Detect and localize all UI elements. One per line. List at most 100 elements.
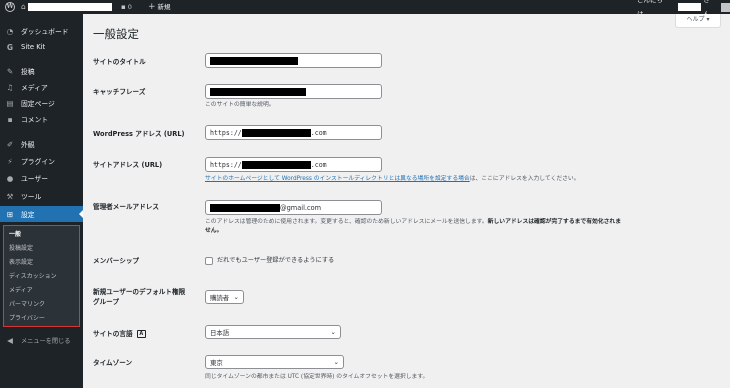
submenu-item-writing[interactable]: 投稿設定 [9,243,33,252]
translation-icon: A [136,330,146,338]
comments-menu[interactable]: ▪ 0 [121,0,132,14]
sidebar-item-posts[interactable]: ✎ 投稿 [0,63,83,79]
membership-label: メンバーシップ [93,257,140,265]
collapse-menu-label: メニューを閉じる [21,337,71,345]
submenu-item-permalinks[interactable]: パーマリンク [9,299,45,308]
sidebar-item-dashboard[interactable]: ◔ ダッシュボード [0,23,83,39]
tagline-redacted [210,87,306,96]
admin-email-suffix: @gmail.com [280,203,322,212]
sidebar-item-label: ダッシュボード [21,28,69,36]
new-content-menu[interactable]: + 新規 [148,0,171,14]
site-address-suffix: .com [310,160,327,169]
site-language-label-text: サイトの言語 [93,330,133,338]
sidebar-item-settings[interactable]: ⊞ 設定 [0,206,83,222]
wordpress-address-input[interactable]: https:// .com [205,125,382,140]
submenu-item-reading[interactable]: 表示設定 [9,257,33,266]
sidebar-item-comments[interactable]: ▪ コメント [0,111,83,127]
sidebar-item-label: 固定ページ [21,100,55,108]
wordpress-address-suffix: .com [310,128,327,137]
wordpress-logo-icon[interactable]: W [5,2,15,12]
sidebar-item-label: メディア [21,84,48,92]
sidebar-item-label: 投稿 [21,68,35,76]
sidebar-item-label: ユーザー [21,175,49,183]
sidebar-item-label: ツール [21,193,42,201]
home-icon: ⌂ [21,2,26,11]
site-name-redacted[interactable] [27,3,112,11]
wordpress-address-prefix: https:// [210,128,242,137]
settings-submenu: 一般 投稿設定 表示設定 ディスカッション メディア パーマリンク プライバシー [3,225,80,327]
sidebar-item-label: 外観 [21,141,35,149]
avatar[interactable] [721,2,730,12]
page-icon: ▤ [6,98,14,108]
admin-bar: W ⌂ ▪ 0 + 新規 こんにちは、 さん [0,0,730,18]
site-address-label: サイトアドレス (URL) [93,161,163,169]
submenu-item-media[interactable]: メディア [9,285,33,294]
admin-email-redacted [210,203,280,212]
sidebar-item-tools[interactable]: ⚒ ツール [0,188,83,204]
admin-email-label: 管理者メールアドレス [93,203,159,211]
site-title-label: サイトのタイトル [93,58,146,66]
media-icon: ♫ [6,82,14,92]
admin-email-description-bold: 新しいアドレスは確認が完了するまで有効化されま [487,219,622,225]
default-role-label-line2: グループ [93,298,119,306]
chevron-down-icon: ⌄ [233,293,239,301]
default-role-value: 購読者 [210,293,230,302]
admin-email-description: このアドレスは管理のために使用されます。変更すると、確認のため新しいアドレスにメ… [205,218,725,236]
site-title-input[interactable] [205,53,382,68]
plugin-icon: ⚡ [7,156,13,166]
wordpress-address-redacted [241,128,311,137]
site-address-help-link[interactable]: サイトのホームページとして WordPress のインストールディレクトリとは異… [205,176,470,182]
username-redacted [677,3,702,11]
sidebar-item-label: コメント [21,116,49,124]
tagline-description: このサイトの簡単な説明。 [205,102,275,108]
sidebar-item-label: プラグイン [21,158,55,166]
main-content: ヘルプ ▾ 一般設定 サイトのタイトル キャッチフレーズ このサイトの簡単な説明… [83,14,730,388]
tagline-label: キャッチフレーズ [93,88,146,96]
default-role-label-line1: 新規ユーザーのデフォルト権限 [93,288,186,296]
wrench-icon: ⚒ [6,191,14,201]
timezone-value: 東京 [210,358,223,367]
membership-checkbox[interactable] [205,257,213,265]
submenu-item-discussion[interactable]: ディスカッション [9,271,57,280]
site-address-redacted [241,160,311,169]
site-address-description-text: は、ここにアドレスを入力してください。 [469,176,580,182]
sidebar-item-users[interactable]: ● ユーザー [0,170,83,186]
collapse-menu-button[interactable]: ◀ メニューを閉じる [0,332,83,348]
site-address-input[interactable]: https:// .com [205,157,382,172]
timezone-select[interactable]: 東京 ⌄ [205,355,344,369]
site-title-redacted [210,56,298,65]
wordpress-address-label: WordPress アドレス (URL) [93,130,185,138]
wp-logo-menu[interactable]: W [5,0,15,14]
submenu-item-general[interactable]: 一般 [9,229,21,238]
default-role-label: 新規ユーザーのデフォルト権限 グループ [93,287,185,307]
submenu-item-privacy[interactable]: プライバシー [9,313,45,322]
tagline-input[interactable] [205,84,382,99]
user-icon: ● [6,173,14,183]
sidebar-item-pages[interactable]: ▤ 固定ページ [0,95,83,111]
site-kit-icon: G [6,42,14,52]
sidebar-item-media[interactable]: ♫ メディア [0,79,83,95]
collapse-arrow-icon: ◀ [7,335,13,345]
timezone-label: タイムゾーン [93,359,133,367]
appearance-icon: ✐ [6,139,14,149]
sidebar-item-label: 設定 [21,211,35,219]
site-name-menu[interactable]: ⌂ [21,0,112,14]
pin-icon: ✎ [6,66,14,76]
membership-checkbox-label[interactable]: だれでもユーザー登録ができるようにする [217,256,334,265]
admin-email-input[interactable]: @gmail.com [205,200,382,215]
default-role-select[interactable]: 購読者 ⌄ [205,290,244,304]
help-tab-button[interactable]: ヘルプ ▾ [675,14,721,28]
site-language-label: サイトの言語 A [93,329,146,339]
site-language-value: 日本語 [210,328,230,337]
new-label: 新規 [157,3,171,11]
page-title: 一般設定 [93,27,139,41]
site-language-select[interactable]: 日本語 ⌄ [205,325,341,339]
site-address-description: サイトのホームページとして WordPress のインストールディレクトリとは異… [205,175,580,184]
sidebar-item-plugins[interactable]: ⚡ プラグイン [0,153,83,169]
sidebar-item-site-kit[interactable]: G Site Kit [0,39,83,55]
admin-email-description-bold-end: せん。 [205,228,223,234]
chevron-down-icon: ⌄ [330,328,336,336]
admin-sidebar: ◔ ダッシュボード G Site Kit ✎ 投稿 ♫ メディア ▤ 固定ページ… [0,14,83,388]
sidebar-item-appearance[interactable]: ✐ 外観 [0,136,83,152]
my-account-menu[interactable]: こんにちは、 さん [637,0,730,18]
